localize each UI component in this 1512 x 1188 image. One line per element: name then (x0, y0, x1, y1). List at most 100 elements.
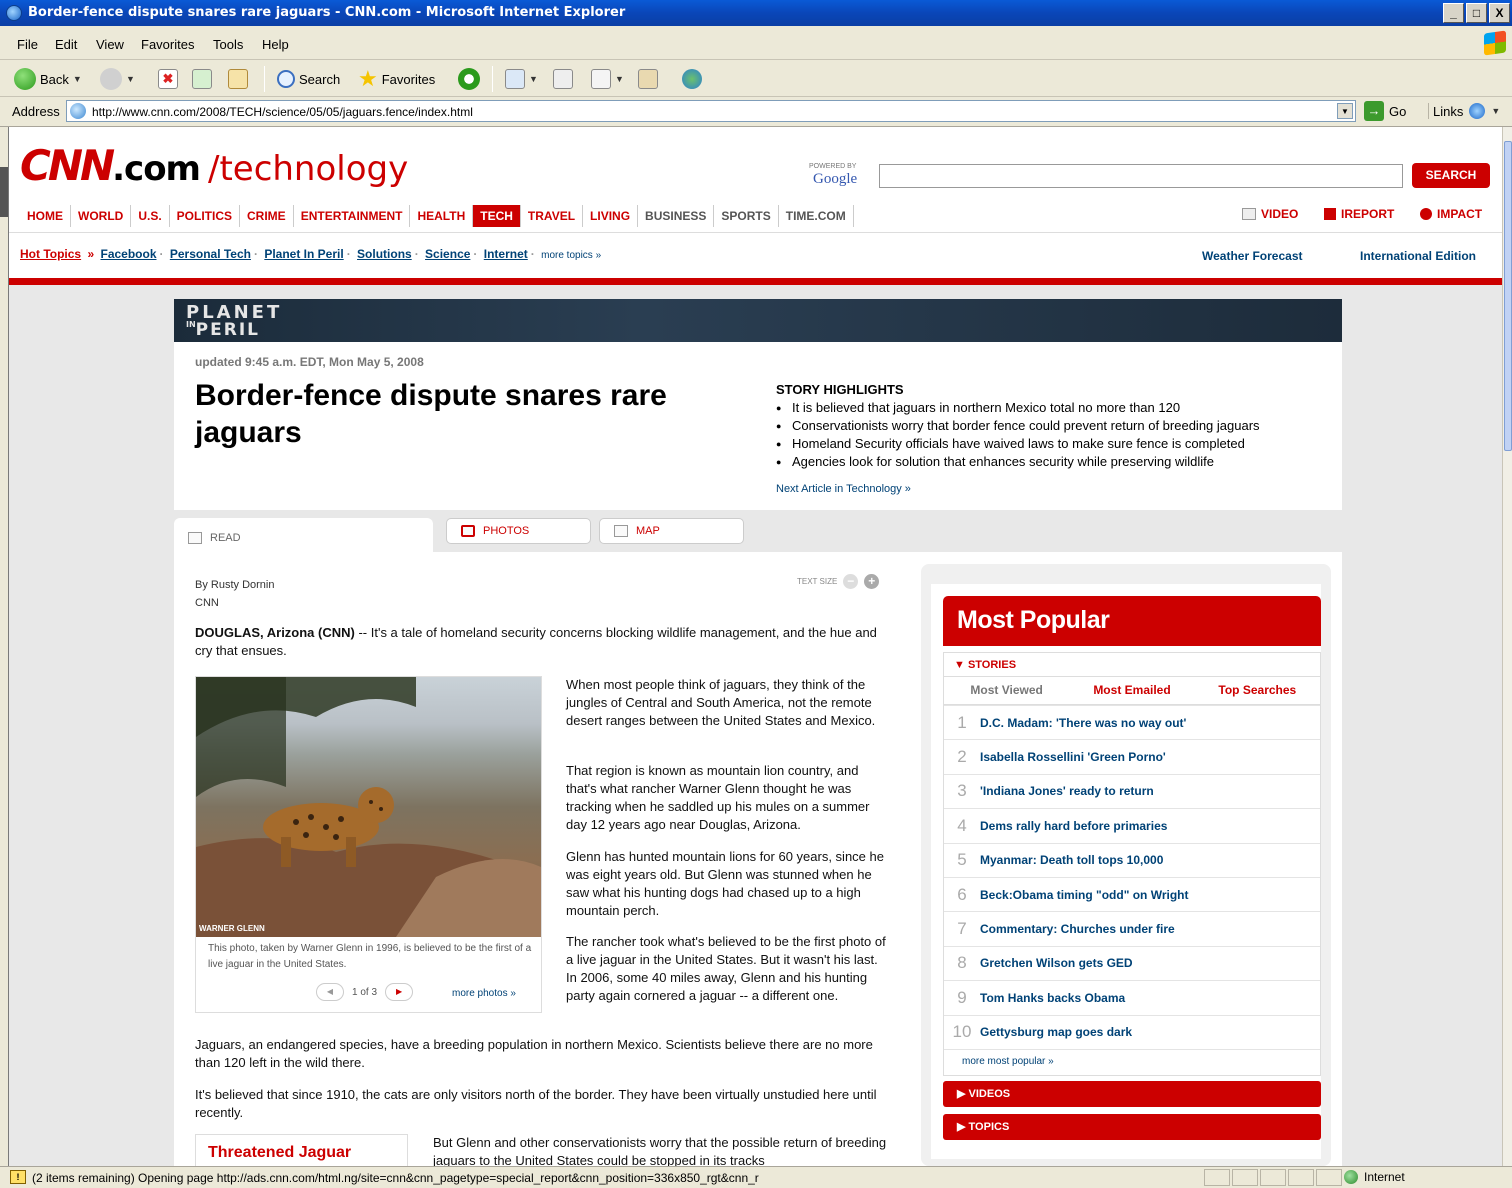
nav-time[interactable]: TIME.COM (779, 205, 854, 227)
highlights-title: STORY HIGHLIGHTS (776, 382, 904, 397)
window-titlebar[interactable]: Border-fence dispute snares rare jaguars… (0, 0, 1512, 26)
videos-toggle[interactable]: ▶ VIDEOS (943, 1081, 1321, 1107)
topics-toggle[interactable]: ▶ TOPICS (943, 1114, 1321, 1140)
nav-health[interactable]: HEALTH (410, 205, 474, 227)
international-edition-link[interactable]: International Edition (1360, 249, 1476, 263)
favorites-button[interactable]: ★ Favorites (358, 68, 435, 90)
nav-politics[interactable]: POLITICS (170, 205, 241, 227)
tab-photos[interactable]: PHOTOS (446, 518, 591, 544)
weather-forecast-link[interactable]: Weather Forecast (1202, 249, 1302, 263)
nav-us[interactable]: U.S. (131, 205, 170, 227)
photo-count: 1 of 3 (352, 986, 378, 998)
text-size-increase-button[interactable]: + (864, 574, 880, 589)
search-button[interactable]: Search (277, 68, 340, 90)
list-item[interactable]: 6 Beck:Obama timing "odd" on Wright (944, 876, 1320, 911)
close-button[interactable]: X (1489, 3, 1510, 23)
maximize-button[interactable]: □ (1466, 3, 1487, 23)
prev-photo-button[interactable]: ◀ (316, 983, 344, 1001)
list-item[interactable]: 3 'Indiana Jones' ready to return (944, 773, 1320, 808)
mail-button[interactable]: ▼ (505, 68, 538, 90)
menu-view[interactable]: View (96, 37, 124, 52)
jaguar-illustration (196, 677, 541, 937)
messenger-button[interactable] (682, 68, 702, 90)
nav-ireport[interactable]: IREPORT (1324, 207, 1394, 221)
list-item[interactable]: 9 Tom Hanks backs Obama (944, 980, 1320, 1014)
nav-world[interactable]: WORLD (71, 205, 132, 227)
site-search-input[interactable] (879, 164, 1403, 188)
refresh-button[interactable] (192, 68, 212, 90)
nav-business[interactable]: BUSINESS (638, 205, 715, 227)
tab-most-viewed[interactable]: Most Viewed (944, 677, 1069, 704)
nav-tech[interactable]: TECH (473, 205, 521, 227)
scrollbar-thumb[interactable] (1504, 141, 1512, 451)
list-item[interactable]: 10 Gettysburg map goes dark (944, 1014, 1320, 1049)
text-size-decrease-button[interactable]: − (843, 574, 859, 589)
minimize-button[interactable]: _ (1443, 3, 1464, 23)
list-item[interactable]: 5 Myanmar: Death toll tops 10,000 (944, 842, 1320, 877)
tab-map[interactable]: MAP (599, 518, 744, 544)
history-button[interactable] (458, 68, 480, 90)
list-item[interactable]: 2 Isabella Rossellini 'Green Porno' (944, 739, 1320, 773)
go-button[interactable]: → Go (1364, 101, 1406, 121)
google-logo: Google (813, 171, 858, 187)
most-popular-panel: Most Popular ▼ STORIES Most Viewed Most … (921, 564, 1331, 1166)
edit-button[interactable]: ▼ (591, 68, 624, 90)
next-photo-button[interactable]: ▶ (385, 983, 414, 1001)
hot-topic-solutions[interactable]: Solutions (357, 247, 412, 261)
search-icon (277, 70, 295, 88)
highlight-item: Agencies look for solution that enhances… (776, 453, 1336, 471)
forward-button[interactable]: ▼ (100, 68, 135, 90)
print-button[interactable] (553, 68, 573, 90)
more-topics-link[interactable]: more topics » (541, 250, 601, 261)
nav-video[interactable]: VIDEO (1242, 207, 1298, 221)
list-item[interactable]: 1 D.C. Madam: 'There was no way out' (944, 705, 1320, 739)
paragraph: It's believed that since 1910, the cats … (195, 1087, 877, 1120)
next-article-link[interactable]: Next Article in Technology » (776, 483, 1336, 495)
chevron-down-icon: ▼ (529, 74, 538, 84)
list-item[interactable]: 4 Dems rally hard before primaries (944, 808, 1320, 842)
stop-button[interactable]: ✖ (158, 68, 178, 90)
hot-topic-science[interactable]: Science (425, 247, 470, 261)
site-search-button[interactable]: SEARCH (1412, 163, 1490, 188)
home-icon (228, 69, 248, 89)
address-input[interactable]: http://www.cnn.com/2008/TECH/science/05/… (66, 100, 1356, 122)
cnn-logo[interactable]: CNN.com/technology (20, 141, 408, 190)
jaguar-photo[interactable]: WARNER GLENN (196, 677, 541, 937)
nav-crime[interactable]: CRIME (240, 205, 294, 227)
address-dropdown-icon[interactable]: ▼ (1337, 103, 1353, 119)
nav-travel[interactable]: TRAVEL (521, 205, 584, 227)
menu-edit[interactable]: Edit (55, 37, 77, 52)
video-icon (1242, 208, 1256, 220)
menu-tools[interactable]: Tools (213, 37, 243, 52)
nav-home[interactable]: HOME (20, 205, 71, 227)
nav-sports[interactable]: SPORTS (714, 205, 779, 227)
nav-entertainment[interactable]: ENTERTAINMENT (294, 205, 411, 227)
research-button[interactable] (638, 68, 658, 90)
more-most-popular-link[interactable]: more most popular » (944, 1048, 1320, 1075)
stories-toggle[interactable]: ▼ STORIES (943, 652, 1321, 676)
list-item[interactable]: 8 Gretchen Wilson gets GED (944, 945, 1320, 980)
home-button[interactable] (228, 68, 248, 90)
nav-impact[interactable]: IMPACT (1420, 207, 1482, 221)
tab-top-searches[interactable]: Top Searches (1195, 677, 1320, 704)
tab-most-emailed[interactable]: Most Emailed (1069, 677, 1194, 704)
research-icon (638, 69, 658, 89)
hot-topic-facebook[interactable]: Facebook (100, 247, 156, 261)
vertical-scrollbar[interactable] (1502, 127, 1512, 1166)
threatened-jaguar-box[interactable]: Threatened Jaguar (195, 1134, 408, 1166)
menu-favorites[interactable]: Favorites (141, 37, 194, 52)
back-button[interactable]: Back ▼ (14, 68, 82, 90)
planet-in-peril-banner[interactable]: PLANET INPERIL (174, 299, 1342, 342)
document-icon (188, 532, 202, 544)
more-photos-link[interactable]: more photos » (452, 988, 516, 999)
list-item[interactable]: 7 Commentary: Churches under fire (944, 911, 1320, 945)
hot-topic-internet[interactable]: Internet (484, 247, 528, 261)
text-size-control: TEXT SIZE − + (797, 574, 880, 589)
menu-help[interactable]: Help (262, 37, 289, 52)
nav-living[interactable]: LIVING (583, 205, 639, 227)
links-button[interactable]: Links ▼ (1428, 103, 1500, 119)
hot-topic-personal-tech[interactable]: Personal Tech (170, 247, 251, 261)
menu-file[interactable]: File (17, 37, 38, 52)
hot-topic-planet-in-peril[interactable]: Planet In Peril (264, 247, 343, 261)
hot-topics-label[interactable]: Hot Topics (20, 247, 81, 261)
